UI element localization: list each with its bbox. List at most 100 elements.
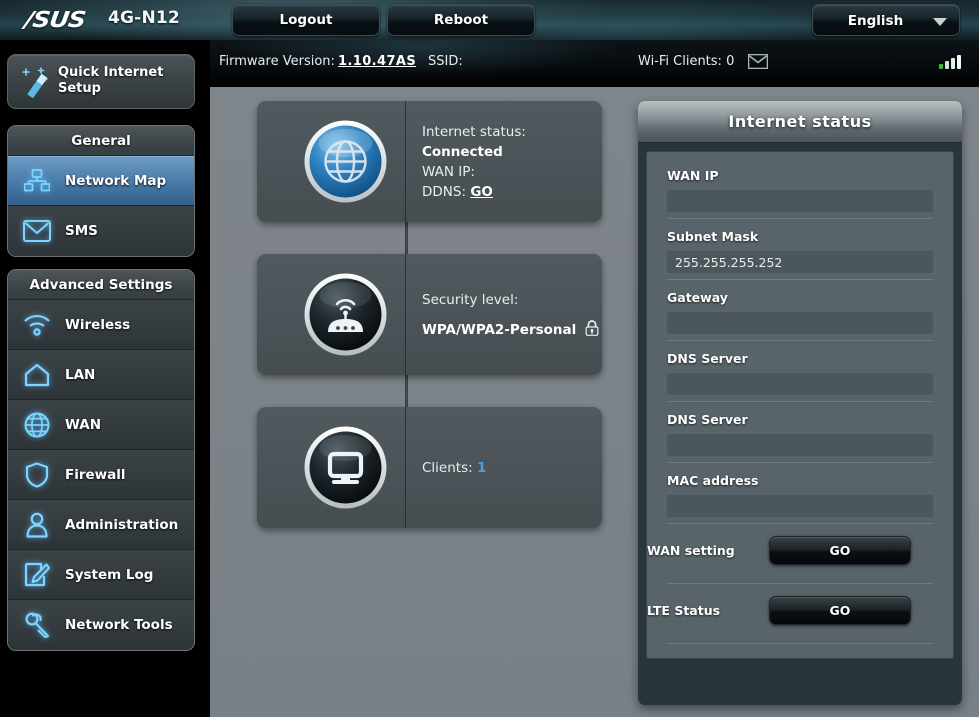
- field-value: [667, 373, 933, 395]
- firmware-version-label: Firmware Version:: [219, 54, 335, 69]
- field-separator: [667, 643, 933, 644]
- status-field-dns-server-1: DNS Server: [647, 341, 953, 395]
- sidebar-item-label: LAN: [65, 366, 96, 383]
- node-divider: [405, 407, 406, 528]
- language-selector[interactable]: English: [812, 4, 960, 36]
- sidebar-item-label: SMS: [65, 223, 98, 239]
- status-action-lte-status: LTE Status GO: [647, 584, 953, 637]
- wrench-icon: [20, 608, 54, 642]
- sidebar-item-network-tools[interactable]: Network Tools: [8, 600, 194, 650]
- ddns-label: DDNS:: [422, 183, 467, 200]
- security-level-value: WPA/WPA2-Personal: [422, 321, 577, 338]
- sidebar-item-wan[interactable]: WAN: [8, 400, 194, 450]
- sms-envelope-icon: [20, 214, 54, 248]
- ddns-row: DDNS: GO: [422, 182, 600, 202]
- globe-icon: [20, 408, 54, 442]
- internet-status-panel: Internet status WAN IP Subnet Mask 255.2…: [638, 101, 962, 705]
- network-node-internet[interactable]: Internet status: Connected WAN IP: DDNS:…: [257, 101, 602, 222]
- network-node-clients[interactable]: Clients: 1: [257, 407, 602, 528]
- node-divider: [405, 254, 406, 375]
- wan-ip-label: WAN IP:: [422, 163, 475, 180]
- router-node-text: Security level: WPA/WPA2-Personal: [422, 254, 600, 375]
- nav-group-general-title: General: [8, 126, 194, 156]
- lock-icon[interactable]: [585, 319, 599, 336]
- security-level-label: Security level:: [422, 291, 519, 308]
- ddns-go-link[interactable]: GO: [470, 184, 493, 200]
- magic-wand-icon: [22, 67, 48, 99]
- field-value: [667, 495, 933, 517]
- field-label: DNS Server: [667, 351, 748, 366]
- sidebar-item-label: Network Tools: [65, 617, 173, 633]
- wan-setting-go-button[interactable]: GO: [769, 536, 911, 565]
- internet-status-title: Internet status: [638, 101, 962, 143]
- status-field-dns-server-2: DNS Server: [647, 402, 953, 456]
- sidebar-item-label: Network Map: [65, 172, 167, 189]
- field-value: [667, 190, 933, 212]
- envelope-icon[interactable]: [748, 54, 768, 69]
- status-action-wan-setting: WAN setting GO: [647, 524, 953, 577]
- user-icon: [20, 508, 54, 542]
- wifi-clients-count: Wi-Fi Clients: 0: [638, 54, 735, 69]
- internet-status-value: Connected: [422, 143, 503, 160]
- field-value: [667, 312, 933, 334]
- node-connector: [405, 222, 408, 254]
- chevron-down-icon: [933, 18, 947, 26]
- signal-bars-icon: [939, 55, 961, 69]
- quick-internet-setup-label: Quick Internet Setup: [58, 65, 164, 96]
- sidebar-item-label: Wireless: [65, 316, 131, 333]
- clients-count[interactable]: 1: [477, 460, 486, 476]
- internet-status-fields: WAN IP Subnet Mask 255.255.255.252 Gatew…: [646, 151, 954, 659]
- node-divider: [405, 101, 406, 222]
- field-label: WAN IP: [667, 168, 719, 183]
- node-connector: [405, 375, 408, 407]
- status-field-wan-ip: WAN IP: [647, 158, 953, 212]
- language-selector-label: English: [847, 13, 904, 29]
- clients-row: Clients: 1: [422, 458, 600, 478]
- monitor-icon: [304, 426, 387, 509]
- field-value: [667, 434, 933, 456]
- internet-node-text: Internet status: Connected WAN IP: DDNS:…: [422, 101, 600, 222]
- sidebar-item-system-log[interactable]: System Log: [8, 550, 194, 600]
- main-content: Internet status: Connected WAN IP: DDNS:…: [210, 87, 979, 717]
- status-field-gateway: Gateway: [647, 280, 953, 334]
- sidebar: Quick Internet Setup General Network Map: [0, 40, 210, 717]
- pencil-note-icon: [20, 558, 54, 592]
- clients-node-text: Clients: 1: [422, 407, 600, 528]
- field-label: Subnet Mask: [667, 229, 759, 244]
- sidebar-item-lan[interactable]: LAN: [8, 350, 194, 400]
- sidebar-item-network-map[interactable]: Network Map: [8, 156, 194, 206]
- field-value: 255.255.255.252: [667, 251, 933, 273]
- quick-internet-setup-button[interactable]: Quick Internet Setup: [7, 54, 195, 109]
- sidebar-item-label: Administration: [65, 516, 179, 533]
- top-bar: /SUS 4G-N12 Logout Reboot English: [0, 0, 979, 40]
- status-field-mac-address: MAC address: [647, 463, 953, 517]
- sidebar-item-sms[interactable]: SMS: [8, 206, 194, 256]
- sidebar-item-label: Firewall: [65, 466, 126, 483]
- asus-logo: /SUS: [23, 8, 87, 33]
- firmware-version-value[interactable]: 1.10.47AS: [338, 54, 416, 69]
- logout-button[interactable]: Logout: [232, 4, 380, 36]
- nav-group-advanced-title: Advanced Settings: [8, 270, 194, 300]
- wan-ip-row: WAN IP:: [422, 162, 600, 182]
- home-icon: [20, 358, 54, 392]
- sidebar-item-administration[interactable]: Administration: [8, 500, 194, 550]
- reboot-button[interactable]: Reboot: [387, 4, 535, 36]
- globe-blue-icon: [304, 120, 387, 203]
- router-admin-page: /SUS 4G-N12 Logout Reboot English Firmwa…: [0, 0, 979, 717]
- network-node-router[interactable]: Security level: WPA/WPA2-Personal: [257, 254, 602, 375]
- lte-status-go-button[interactable]: GO: [769, 596, 911, 625]
- ssid-label: SSID:: [428, 54, 463, 69]
- security-level-row: WPA/WPA2-Personal: [422, 319, 600, 340]
- clients-label: Clients:: [422, 459, 473, 476]
- sidebar-item-label: System Log: [65, 566, 154, 583]
- sidebar-item-firewall[interactable]: Firewall: [8, 450, 194, 500]
- nav-group-general: General Network Map SMS: [7, 125, 195, 257]
- sidebar-item-wireless[interactable]: Wireless: [8, 300, 194, 350]
- nav-group-advanced-settings: Advanced Settings Wireless LAN WAN Firew…: [7, 269, 195, 651]
- shield-icon: [20, 458, 54, 492]
- router-icon: [304, 273, 387, 356]
- field-label: DNS Server: [667, 412, 748, 427]
- wifi-icon: [20, 308, 54, 342]
- field-label: Gateway: [667, 290, 728, 305]
- network-map-icon: [20, 164, 54, 198]
